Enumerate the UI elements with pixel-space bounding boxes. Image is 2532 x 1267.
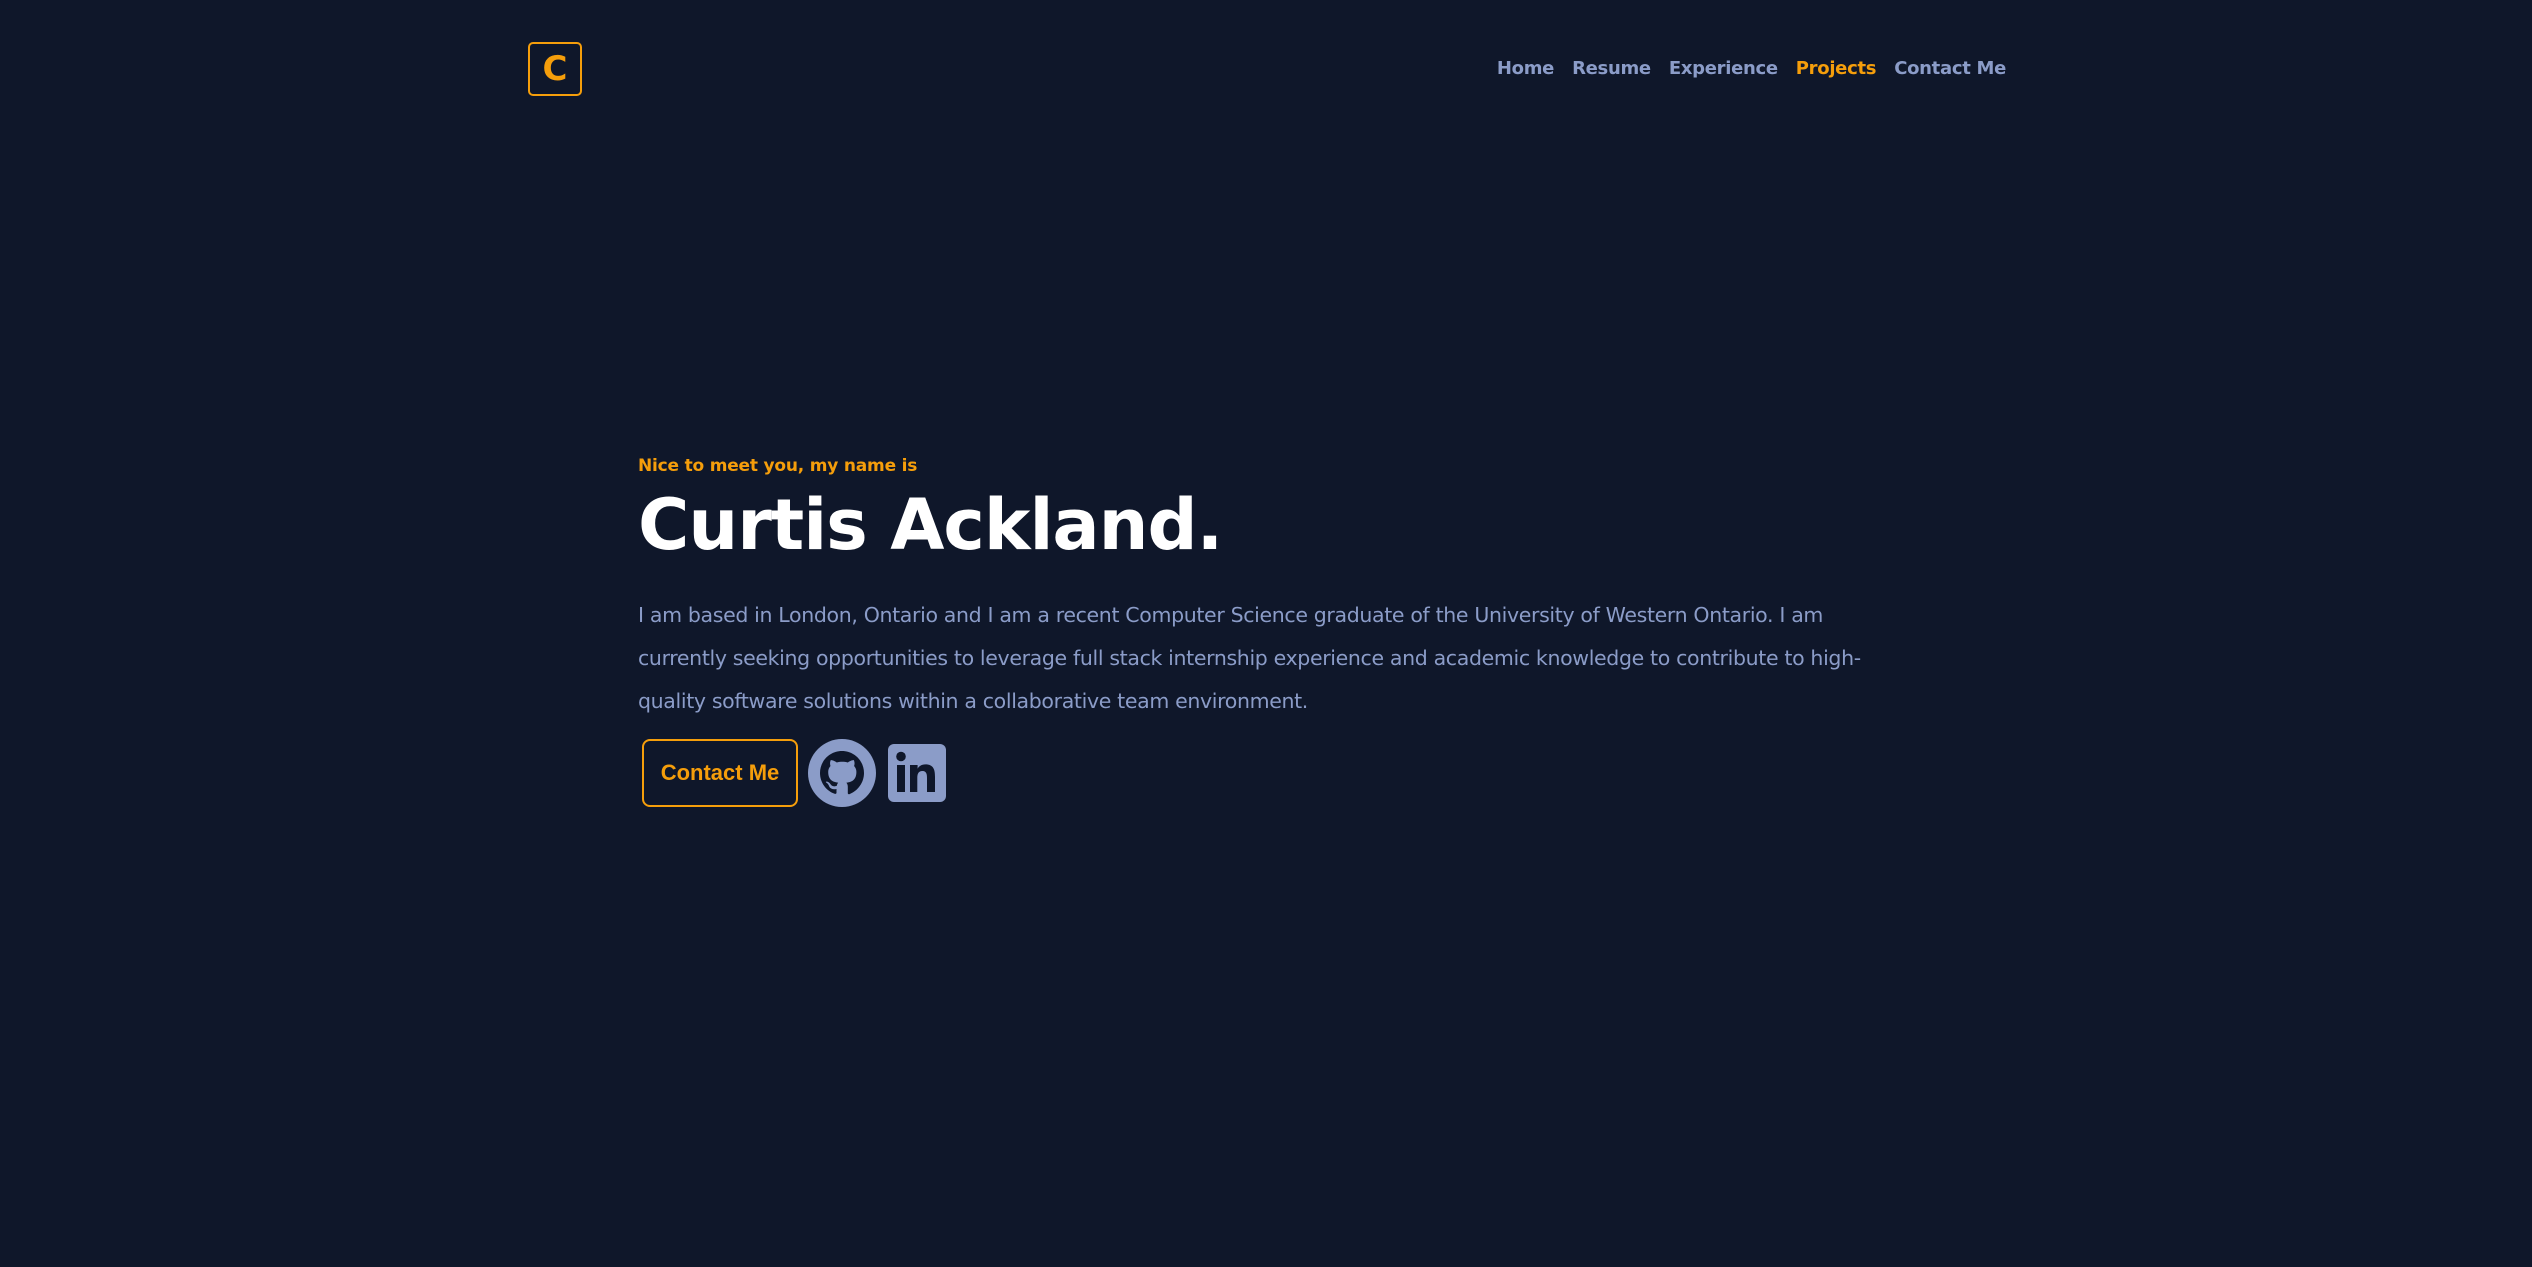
nav-item-home[interactable]: Home: [1497, 58, 1555, 79]
page: C Home Resume Experience Projects Contac…: [0, 0, 2532, 1267]
linkedin-icon: [888, 744, 946, 802]
hero-bio: I am based in London, Ontario and I am a…: [638, 603, 1861, 713]
nav-item-projects[interactable]: Projects: [1796, 58, 1877, 79]
top-nav: Home Resume Experience Projects Contact …: [1497, 58, 2006, 79]
contact-me-button[interactable]: Contact Me: [642, 739, 798, 807]
github-link[interactable]: [808, 739, 876, 807]
github-icon: [808, 739, 876, 807]
nav-item-experience[interactable]: Experience: [1669, 58, 1778, 79]
hero-name: Curtis Ackland.: [638, 484, 1223, 566]
hero-section: Nice to meet you, my name is Curtis Ackl…: [638, 456, 1898, 807]
logo-letter: C: [542, 49, 568, 89]
hero-actions: Contact Me: [642, 739, 1898, 807]
nav-item-resume[interactable]: Resume: [1572, 58, 1651, 79]
logo-button[interactable]: C: [528, 42, 582, 96]
linkedin-link[interactable]: [886, 742, 948, 804]
hero-greeting: Nice to meet you, my name is: [638, 456, 918, 476]
nav-item-contact-me[interactable]: Contact Me: [1894, 58, 2006, 79]
